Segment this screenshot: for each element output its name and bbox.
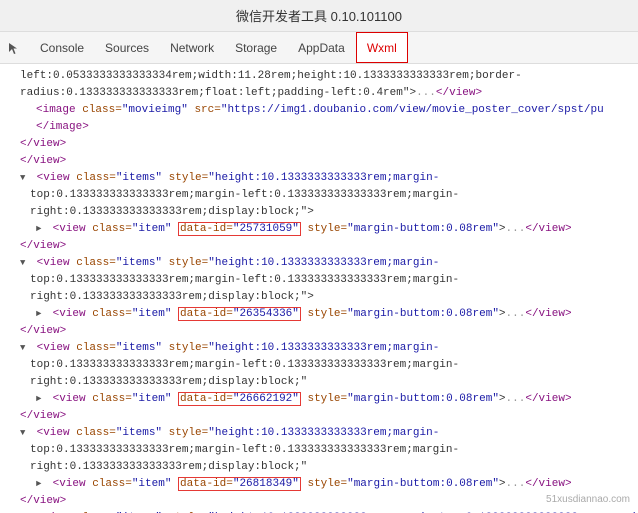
code-line: <view class="items" style="height:10.133… (0, 170, 638, 187)
code-line: </view> (0, 136, 638, 153)
title-bar: 微信开发者工具 0.10.101100 (0, 0, 638, 32)
code-panel: left:0.0533333333333334rem;width:11.28re… (0, 64, 638, 513)
toolbar: Console Sources Network Storage AppData … (0, 32, 638, 64)
code-line: right:0.133333333333333rem;display:block… (0, 204, 638, 221)
code-line: right:0.133333333333333rem;display:block… (0, 289, 638, 306)
cursor-icon[interactable] (4, 38, 24, 58)
code-line: <view class="items" style="height:10.133… (0, 425, 638, 442)
code-line: <view class="item" data-id="25731059" st… (0, 221, 638, 238)
code-line: top:0.133333333333333rem;margin-left:0.1… (0, 187, 638, 204)
code-line: right:0.133333333333333rem;display:block… (0, 459, 638, 476)
code-line: </view> (0, 323, 638, 340)
code-line: top:0.133333333333333rem;margin-left:0.1… (0, 442, 638, 459)
data-id-highlight: data-id="26354336" (178, 307, 301, 321)
code-line: </image> (0, 119, 638, 136)
tab-sources[interactable]: Sources (95, 32, 160, 63)
code-line: </view> (0, 493, 638, 510)
tab-appdata[interactable]: AppData (288, 32, 356, 63)
watermark: 51xusdiannao.com (546, 494, 630, 505)
tab-wxml[interactable]: Wxml (356, 32, 408, 63)
code-line: <view class="item" data-id="26354336" st… (0, 306, 638, 323)
code-line: <view class="items" style="height:10.133… (0, 340, 638, 357)
code-line: <view class="items" style="height:10.133… (0, 255, 638, 272)
code-line: <view class="item" data-id="26818349" st… (0, 476, 638, 493)
code-line: radius:0.133333333333333rem;float:left;p… (0, 85, 638, 102)
tab-console[interactable]: Console (30, 32, 95, 63)
code-line: top:0.133333333333333rem;margin-left:0.1… (0, 272, 638, 289)
tab-bar: Console Sources Network Storage AppData … (30, 32, 408, 63)
app-title: 微信开发者工具 0.10.101100 (236, 9, 402, 24)
code-line: left:0.0533333333333334rem;width:11.28re… (0, 68, 638, 85)
code-line: </view> (0, 408, 638, 425)
tab-storage[interactable]: Storage (225, 32, 288, 63)
tab-network[interactable]: Network (160, 32, 225, 63)
code-line: </view> (0, 238, 638, 255)
data-id-highlight: data-id="26662192" (178, 392, 301, 406)
data-id-highlight: data-id="26818349" (178, 477, 301, 491)
code-line: <view class="item" data-id="26662192" st… (0, 391, 638, 408)
code-line: right:0.133333333333333rem;display:block… (0, 374, 638, 391)
data-id-highlight: data-id="25731059" (178, 222, 301, 236)
code-line: top:0.133333333333333rem;margin-left:0.1… (0, 357, 638, 374)
code-line: </view> (0, 153, 638, 170)
code-line: <image class="movieimg" src="https://img… (0, 102, 638, 119)
